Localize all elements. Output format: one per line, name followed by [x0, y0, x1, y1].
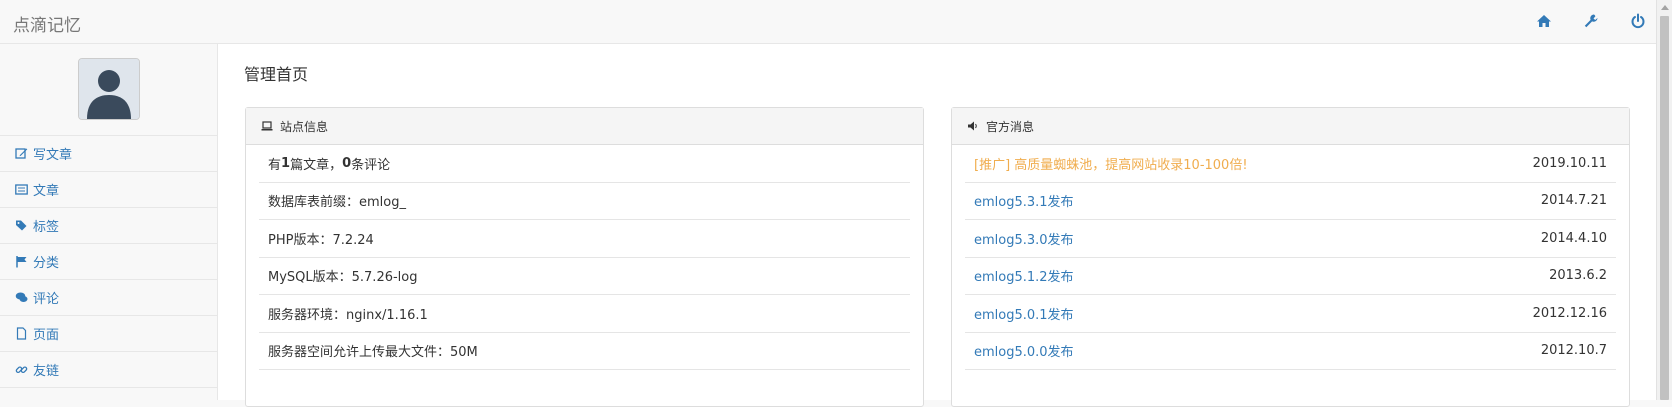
sidebar-item-label: 友链 — [33, 364, 60, 379]
list-item: emlog5.0.0发布 2012.10.7 — [965, 333, 1616, 370]
comments-suffix: 条评论 — [351, 157, 391, 173]
news-list: [推广] 高质量蜘蛛池，提高网站收录10-100倍! 2019.10.11 em… — [952, 145, 1629, 370]
sidebar-item-categories[interactable]: 分类 — [0, 243, 218, 279]
list-icon — [15, 183, 28, 196]
list-item: 数据库表前缀：emlog_ — [259, 183, 910, 220]
sidebar: 写文章 文章 标签 分类 评论 页面 友链 — [0, 44, 218, 400]
news-date: 2014.4.10 — [1540, 230, 1607, 246]
site-info-list: 有 1 篇文章， 0 条评论 数据库表前缀：emlog_ PHP版本：7.2.24 My… — [246, 145, 923, 370]
news-link[interactable]: emlog5.3.0发布 — [974, 229, 1074, 248]
sidebar-item-label: 写文章 — [33, 148, 73, 163]
stats-prefix: 有 — [268, 157, 282, 173]
comments-icon — [15, 291, 28, 304]
news-panel: 官方消息 [推广] 高质量蜘蛛池，提高网站收录10-100倍! 2019.10.… — [951, 107, 1630, 407]
news-link[interactable]: emlog5.1.2发布 — [974, 266, 1074, 285]
list-item: MySQL版本：5.7.26-log — [259, 258, 910, 295]
news-date: 2014.7.21 — [1540, 193, 1607, 209]
edit-icon — [15, 147, 28, 160]
list-item: emlog5.3.1发布 2014.7.21 — [965, 183, 1616, 220]
sidebar-item-label: 评论 — [33, 292, 60, 307]
list-item: 有 1 篇文章， 0 条评论 — [259, 145, 910, 183]
news-date: 2019.10.11 — [1532, 155, 1607, 171]
news-heading: 官方消息 — [952, 108, 1629, 145]
list-item: PHP版本：7.2.24 — [259, 220, 910, 258]
panel-title: 站点信息 — [280, 119, 329, 134]
articles-suffix: 篇文章， — [290, 157, 343, 173]
flag-icon — [15, 255, 28, 268]
sidebar-item-label: 页面 — [33, 328, 60, 343]
sidebar-item-pages[interactable]: 页面 — [0, 315, 218, 351]
list-item: [推广] 高质量蜘蛛池，提高网站收录10-100倍! 2019.10.11 — [965, 145, 1616, 183]
wrench-icon[interactable] — [1583, 13, 1599, 29]
comment-count: 0 — [342, 155, 352, 171]
news-date: 2012.10.7 — [1540, 343, 1607, 359]
laptop-icon — [261, 120, 273, 132]
main-content: 管理首页 站点信息 有 1 篇文章， 0 条评论 数据库表前缀：emlog_ PHP版本… — [218, 44, 1656, 407]
sidebar-item-links[interactable]: 友链 — [0, 351, 218, 387]
sidebar-item-more[interactable] — [0, 387, 218, 401]
volume-icon — [967, 120, 979, 132]
top-actions — [1536, 13, 1646, 29]
article-count: 1 — [281, 155, 291, 171]
link-icon — [15, 363, 28, 376]
sidebar-item-tags[interactable]: 标签 — [0, 207, 218, 243]
list-item: emlog5.0.1发布 2012.12.16 — [965, 295, 1616, 333]
news-link[interactable]: emlog5.3.1发布 — [974, 191, 1074, 210]
site-info-panel: 站点信息 有 1 篇文章， 0 条评论 数据库表前缀：emlog_ PHP版本：7.2.… — [245, 107, 924, 407]
news-link[interactable]: emlog5.0.0发布 — [974, 341, 1074, 360]
site-brand[interactable]: 点滴记忆 — [13, 11, 81, 36]
tags-icon — [15, 219, 28, 232]
page-scrollbar[interactable] — [1656, 0, 1672, 400]
panel-title: 官方消息 — [986, 119, 1035, 134]
sidebar-item-write-article[interactable]: 写文章 — [0, 135, 218, 171]
file-icon — [15, 327, 28, 340]
list-item: 服务器空间允许上传最大文件：50M — [259, 333, 910, 370]
sidebar-item-label: 标签 — [33, 220, 60, 235]
sidebar-menu: 写文章 文章 标签 分类 评论 页面 友链 — [0, 135, 218, 401]
news-date: 2012.12.16 — [1532, 305, 1607, 321]
avatar[interactable] — [78, 58, 140, 120]
site-info-heading: 站点信息 — [246, 108, 923, 145]
page-title: 管理首页 — [244, 65, 309, 84]
scrollbar-thumb[interactable] — [1660, 16, 1669, 400]
news-link[interactable]: emlog5.0.1发布 — [974, 304, 1074, 323]
sidebar-item-comments[interactable]: 评论 — [0, 279, 218, 315]
sidebar-item-articles[interactable]: 文章 — [0, 171, 218, 207]
sidebar-item-label: 分类 — [33, 256, 60, 271]
news-date: 2013.6.2 — [1549, 268, 1607, 284]
list-item: 服务器环境：nginx/1.16.1 — [259, 295, 910, 333]
list-item: emlog5.3.0发布 2014.4.10 — [965, 220, 1616, 258]
power-icon[interactable] — [1630, 13, 1646, 29]
list-item: emlog5.1.2发布 2013.6.2 — [965, 258, 1616, 295]
news-link-promo[interactable]: [推广] 高质量蜘蛛池，提高网站收录10-100倍! — [974, 154, 1248, 173]
sidebar-item-label: 文章 — [33, 184, 60, 199]
top-navbar: 点滴记忆 — [0, 0, 1656, 44]
home-icon[interactable] — [1536, 13, 1552, 29]
scroll-up-arrow-icon[interactable] — [1661, 5, 1669, 10]
